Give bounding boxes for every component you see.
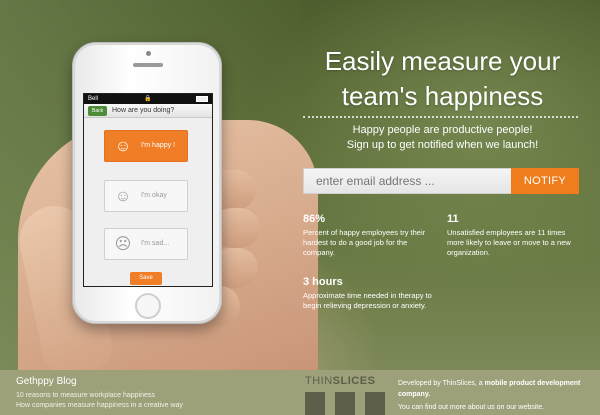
stat-description: Percent of happy employees try their har…: [303, 228, 426, 257]
stat-value: 86%: [303, 213, 326, 225]
more-suffix: about us on our website.: [467, 404, 545, 411]
mood-label: I'm okay: [141, 192, 167, 199]
email-field[interactable]: [303, 168, 511, 194]
notify-button[interactable]: NOTIFY: [511, 168, 579, 194]
more-info: You can find out more about us on our we…: [398, 404, 588, 411]
mood-label: I'm happy !: [141, 142, 176, 149]
sad-face-icon: ☹: [114, 236, 132, 253]
smiley-icon: ☺: [114, 138, 132, 155]
apple-icon[interactable]: [305, 392, 325, 415]
logo-text-bold: SLICES: [332, 375, 376, 387]
blog-title[interactable]: Gethppy Blog: [16, 376, 77, 387]
carrier-label: Bell: [88, 96, 99, 102]
iphone-mockup: Bell 🔒 Back How are you doing? ☺ I'm hap…: [72, 42, 222, 324]
windows-icon[interactable]: [365, 392, 385, 415]
android-icon[interactable]: [335, 392, 355, 415]
subheadline-line: Happy people are productive people!: [352, 124, 533, 136]
blog-link[interactable]: How companies measure happiness in a cre…: [16, 402, 183, 409]
thinslices-logo-icon[interactable]: THINSLICES: [305, 375, 375, 387]
home-button: [135, 293, 161, 319]
mood-label: I'm sad...: [141, 240, 170, 247]
footer: Gethppy Blog 10 reasons to measure workp…: [0, 370, 600, 415]
mood-okay-button[interactable]: ☺ I'm okay: [104, 180, 188, 212]
phone-screen: Bell 🔒 Back How are you doing? ☺ I'm hap…: [83, 93, 213, 287]
stat-description: Unsatisfied employees are 11 times more …: [447, 228, 571, 257]
phone-speaker: [133, 63, 163, 67]
more-prefix: You can: [398, 404, 424, 411]
battery-icon: [196, 96, 208, 102]
stat-item: 3 hours Approximate time needed in thera…: [303, 275, 443, 311]
headline-line: team's happiness: [341, 81, 544, 111]
developer-credit: Developed by ThinSlices, a mobile produc…: [398, 378, 588, 400]
stat-item: 11 Unsatisfied employees are 11 times mo…: [447, 212, 582, 258]
stat-value: 3 hours: [303, 276, 343, 288]
phone-camera: [146, 51, 151, 56]
app-question: How are you doing?: [112, 107, 175, 114]
subheadline: Happy people are productive people! Sign…: [300, 123, 585, 153]
app-nav-bar: Back How are you doing?: [84, 104, 212, 118]
find-out-more-link[interactable]: find out more: [425, 404, 466, 411]
headline-line: Easily measure your: [324, 46, 561, 76]
lock-icon: 🔒: [144, 96, 152, 102]
mood-sad-button[interactable]: ☹ I'm sad...: [104, 228, 188, 260]
stat-value: 11: [447, 213, 459, 225]
platform-icons: [305, 392, 385, 415]
smiley-icon: ☺: [114, 188, 132, 205]
blog-link[interactable]: 10 reasons to measure workplace happines…: [16, 392, 155, 399]
stat-description: Approximate time needed in therapy to be…: [303, 291, 432, 310]
stat-item: 86% Percent of happy employees try their…: [303, 212, 438, 258]
mood-happy-button[interactable]: ☺ I'm happy !: [104, 130, 188, 162]
dotted-divider: [303, 116, 578, 118]
save-button[interactable]: Save: [130, 272, 162, 285]
page-title: Easily measure your team's happiness: [300, 44, 585, 114]
logo-text-light: THIN: [305, 375, 333, 387]
dev-prefix: Developed by ThinSlices, a: [398, 380, 483, 387]
subheadline-line: Sign up to get notified when we launch!: [346, 139, 539, 151]
phone-status-bar: Bell 🔒: [84, 94, 212, 104]
back-button[interactable]: Back: [88, 106, 108, 116]
